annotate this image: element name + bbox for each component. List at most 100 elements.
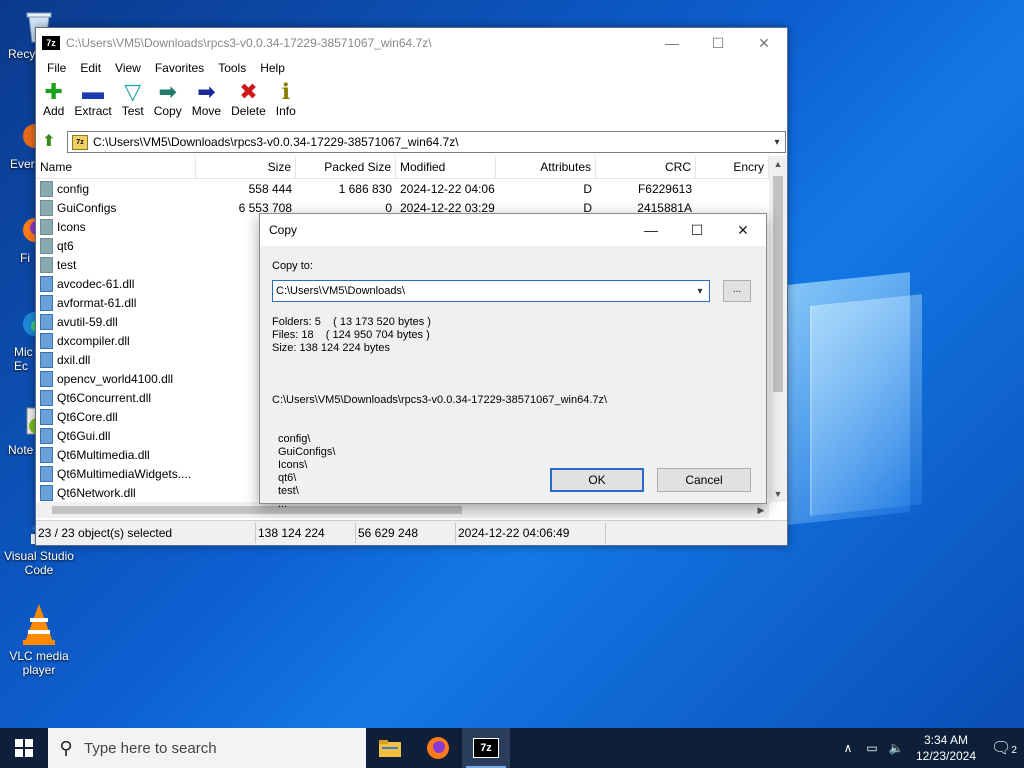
info-icon: ℹ — [281, 79, 290, 104]
menu-favorites[interactable]: Favorites — [148, 61, 211, 75]
file-name: Qt6Gui.dll — [57, 428, 111, 443]
tree-item: config\ — [278, 433, 311, 445]
scroll-thumb[interactable] — [773, 176, 783, 392]
move-icon: ➡ — [197, 79, 216, 104]
file-name: Qt6Core.dll — [57, 409, 118, 424]
file-name: Qt6MultimediaWidgets.... — [57, 466, 192, 481]
source-tree: C:\Users\VM5\Downloads\rpcs3-v0.0.34-172… — [272, 368, 607, 537]
copy-icon: ➡ — [158, 79, 177, 104]
desktop-icon-vlc[interactable]: VLC media player — [2, 602, 76, 677]
menu-tools[interactable]: Tools — [211, 61, 253, 75]
file-icon — [40, 389, 53, 406]
menu-edit[interactable]: Edit — [73, 61, 108, 75]
info-button[interactable]: ℹ Info — [273, 78, 299, 119]
file-name: qt6 — [57, 238, 74, 253]
file-name: Qt6Concurrent.dll — [57, 390, 152, 405]
network-icon[interactable]: ▭ — [860, 741, 884, 755]
toolbar-label: Move — [191, 104, 222, 118]
file-icon — [40, 408, 53, 425]
menu-file[interactable]: File — [40, 61, 73, 75]
scroll-down-icon[interactable]: ▼ — [769, 486, 787, 502]
7zip-logo-icon: 7z — [42, 36, 60, 50]
cell-name: dxil.dll — [36, 351, 196, 368]
dialog-title-bar[interactable]: Copy — ☐ ✕ — [260, 214, 766, 246]
copy-button[interactable]: ➡ Copy — [151, 78, 185, 119]
title-bar[interactable]: 7z C:\Users\VM5\Downloads\rpcs3-v0.0.34-… — [36, 28, 787, 58]
cell-name: avformat-61.dll — [36, 294, 196, 311]
chevron-up-icon[interactable]: ∧ — [836, 741, 860, 755]
test-button[interactable]: ▽ Test — [119, 78, 147, 119]
scroll-up-icon[interactable]: ▲ — [769, 156, 787, 172]
file-name: test — [57, 257, 77, 272]
dialog-minimize-button[interactable]: — — [628, 222, 674, 238]
file-name: config — [57, 181, 90, 196]
extract-button[interactable]: ▬ Extract — [71, 78, 114, 119]
folder-icon — [40, 237, 53, 254]
folder-icon — [40, 180, 53, 197]
desktop-icon-label: VLC media player — [9, 649, 69, 677]
cell-name: avcodec-61.dll — [36, 275, 196, 292]
search-box[interactable]: ⚲ Type here to search — [48, 728, 366, 768]
col-crc[interactable]: CRC — [596, 156, 696, 178]
status-selected: 23 / 23 object(s) selected — [36, 523, 256, 543]
archive-icon: 7z — [72, 134, 88, 150]
tree-item: GuiConfigs\ — [278, 446, 336, 458]
file-icon — [40, 427, 53, 444]
maximize-button[interactable]: ☐ — [695, 28, 741, 58]
col-name[interactable]: Name — [36, 156, 196, 178]
move-button[interactable]: ➡ Move — [189, 78, 224, 119]
col-encrypted[interactable]: Encry — [696, 156, 769, 178]
taskbar-7zip[interactable]: 7z — [462, 728, 510, 768]
file-icon — [40, 465, 53, 482]
volume-muted-icon[interactable]: 🔈 — [884, 741, 908, 755]
cell-name: config — [36, 180, 196, 197]
cell-name: Qt6Multimedia.dll — [36, 446, 196, 463]
cell-packed: 1 686 830 — [338, 181, 392, 196]
up-folder-icon[interactable]: ⬆ — [39, 132, 59, 152]
copy-to-combobox[interactable]: C:\Users\VM5\Downloads\ ▾ — [272, 280, 710, 302]
close-button[interactable]: ✕ — [741, 28, 787, 58]
system-tray: ∧ ▭ 🔈 3:34 AM 12/23/2024 🗨2 — [836, 728, 1024, 768]
dialog-title: Copy — [269, 223, 298, 237]
cell-name: Qt6Concurrent.dll — [36, 389, 196, 406]
start-button[interactable] — [0, 728, 48, 768]
menu-view[interactable]: View — [108, 61, 148, 75]
chevron-down-icon[interactable]: ▾ — [769, 137, 785, 148]
folder-icon — [40, 218, 53, 235]
minimize-button[interactable]: — — [649, 28, 695, 58]
toolbar-label: Extract — [74, 104, 112, 118]
chevron-down-icon[interactable]: ▾ — [691, 286, 709, 297]
address-bar[interactable]: 7z C:\Users\VM5\Downloads\rpcs3-v0.0.34-… — [67, 131, 786, 153]
file-icon — [40, 370, 53, 387]
test-icon: ▽ — [124, 79, 142, 104]
col-size[interactable]: Size — [196, 156, 296, 178]
dialog-maximize-button[interactable]: ☐ — [674, 222, 720, 239]
cell-name: test — [36, 256, 196, 273]
scroll-right-icon[interactable]: ▶ — [753, 502, 769, 518]
toolbar: ✚ Add ▬ Extract ▽ Test ➡ Copy ➡ Move ✖ Delete ℹ Info — [36, 78, 787, 130]
file-name: avcodec-61.dll — [57, 276, 135, 291]
col-packed-size[interactable]: Packed Size — [296, 156, 396, 178]
cell-name: Qt6Network.dll — [36, 484, 196, 501]
cell-name: qt6 — [36, 237, 196, 254]
vertical-scrollbar[interactable]: ▲ ▼ — [769, 156, 787, 502]
dialog-close-button[interactable]: ✕ — [720, 222, 766, 239]
add-button[interactable]: ✚ Add — [40, 78, 67, 119]
col-modified[interactable]: Modified — [396, 156, 496, 178]
cancel-button[interactable]: Cancel — [657, 468, 751, 492]
cell-name: Icons — [36, 218, 196, 235]
clock[interactable]: 3:34 AM 12/23/2024 — [908, 732, 984, 764]
table-row[interactable]: config 558 444 1 686 830 2024-12-22 04:06 D F… — [36, 179, 769, 198]
add-icon: ✚ — [44, 79, 63, 104]
delete-button[interactable]: ✖ Delete — [228, 78, 269, 119]
menu-help[interactable]: Help — [253, 61, 292, 75]
copy-to-input[interactable]: C:\Users\VM5\Downloads\ — [273, 285, 691, 297]
search-icon: ⚲ — [59, 737, 73, 758]
taskbar-firefox[interactable] — [414, 728, 462, 768]
browse-button[interactable]: ... — [723, 280, 751, 302]
notification-center-button[interactable]: 🗨2 — [984, 738, 1024, 758]
ok-button[interactable]: OK — [550, 468, 644, 492]
taskbar-file-explorer[interactable] — [366, 728, 414, 768]
col-attributes[interactable]: Attributes — [496, 156, 596, 178]
file-name: Qt6Network.dll — [57, 485, 136, 500]
